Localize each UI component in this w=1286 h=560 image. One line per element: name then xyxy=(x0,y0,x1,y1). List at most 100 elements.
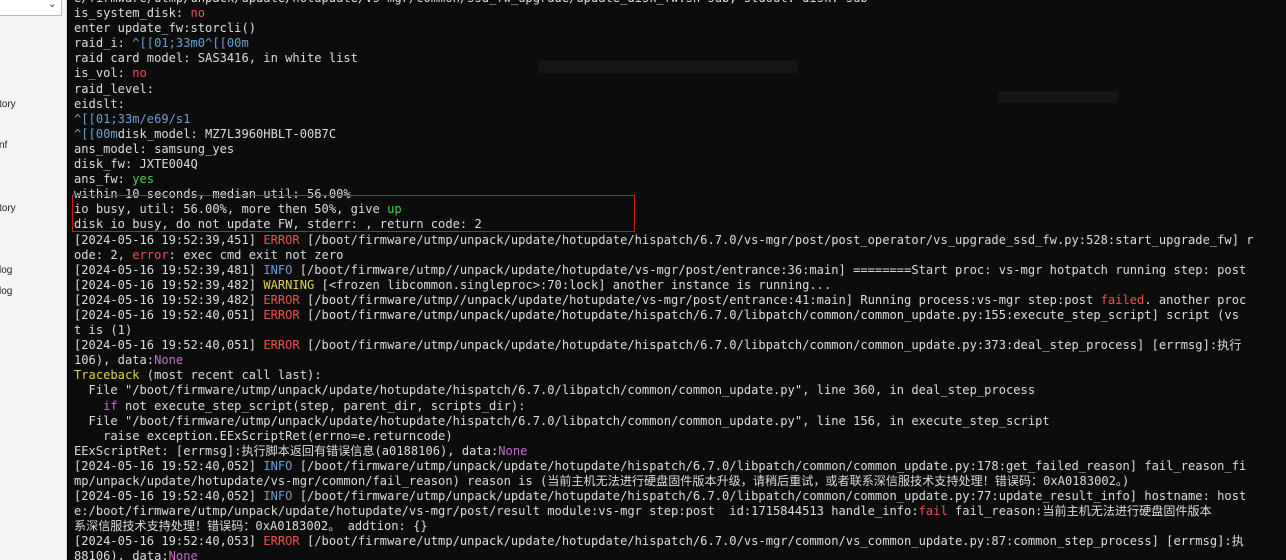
terminal-text-segment: File "/boot/firmware/utmp/unpack/update/… xyxy=(74,383,1036,398)
terminal-text-segment: ^[[01;33m/e69/s1 xyxy=(74,111,191,126)
terminal-text-segment: t is (1) xyxy=(74,323,133,338)
terminal-text-segment: no xyxy=(132,66,147,81)
terminal-text-segment: [/boot/firmware/utmp/unpack/update/hotup… xyxy=(299,534,1244,549)
terminal-text-segment: 系深信服技术支持处理！错误码：0xA0183002。 addtion: {} xyxy=(74,519,428,534)
terminal-line: is_vol: no xyxy=(74,66,1254,81)
terminal-text-segment: INFO xyxy=(263,262,293,277)
terminal-line: mp/unpack/update/hotupdate/vs-mgr/common… xyxy=(74,474,1254,489)
terminal-text-segment: ERROR xyxy=(263,292,300,307)
terminal-text-segment: e/firmware/utmp/unpack/update/hotupdate/… xyxy=(74,0,868,5)
terminal-text-segment: io busy, util: 56.00%, more then 50%, gi… xyxy=(74,202,388,217)
terminal-line: 106), data:None xyxy=(74,353,1254,368)
terminal-text-segment: WARNING xyxy=(263,277,315,292)
terminal-line: 系深信服技术支持处理！错误码：0xA0183002。 addtion: {} xyxy=(74,519,1254,534)
terminal-line: [2024-05-16 19:52:39,481] INFO [/boot/fi… xyxy=(74,263,1254,278)
terminal-text-segment: raid_level: xyxy=(74,81,155,96)
terminal-text-segment: up xyxy=(387,202,402,217)
terminal-text-segment: [/boot/firmware/utmp/unpack/update/hotup… xyxy=(292,489,1247,504)
terminal-text-segment: : exec cmd exit not zero xyxy=(168,247,344,262)
terminal-text-segment: fail_reason:当前主机无法进行硬盘固件版本 xyxy=(947,504,1212,519)
terminal-text-segment: raid_i: xyxy=(74,36,133,51)
terminal-text-segment: ERROR xyxy=(263,307,300,322)
sidebar-item[interactable]: tory xyxy=(0,203,16,214)
terminal-text-segment: is_system_disk: xyxy=(74,6,191,21)
terminal-text-segment: ^[[00m xyxy=(74,126,118,141)
terminal-line: [2024-05-16 19:52:40,053] ERROR [/boot/f… xyxy=(74,534,1254,549)
terminal-text-segment: no xyxy=(190,6,206,21)
terminal-text-segment: raid card model: SAS3416, in white list xyxy=(74,51,358,66)
terminal-text-segment: INFO xyxy=(263,489,293,504)
terminal-text-segment: [/boot/firmware/utmp//unpack/update/hotu… xyxy=(292,262,1247,277)
file-explorer-sidebar: ⌄ tory nf tory log log xyxy=(0,0,67,560)
terminal-line: 88106), data:None xyxy=(74,549,1254,560)
terminal-text-segment: [2024-05-16 19:52:40,051] xyxy=(74,338,264,353)
terminal-line: eidslt: xyxy=(74,97,1254,112)
terminal-text-segment: [/boot/firmware/utmp/unpack/update/hotup… xyxy=(299,338,1242,353)
terminal-text-segment: e:/boot/firmware/utmp/unpack/update/hotu… xyxy=(74,504,919,519)
terminal-line: raid_i: ^[[01;33m0^[[00m xyxy=(74,36,1254,51)
terminal-line: raise exception.EExScriptRet(errno=e.ret… xyxy=(74,429,1254,444)
terminal-text-segment: eidslt: xyxy=(74,96,125,111)
terminal-text-segment: None xyxy=(154,353,184,368)
terminal-text-segment: [/boot/firmware/utmp//unpack/update/hotu… xyxy=(299,292,1101,307)
terminal-text-segment: raise exception.EExScriptRet(errno=e.ret… xyxy=(74,428,453,443)
terminal-text-segment: 88106), data: xyxy=(74,549,169,560)
terminal-line: enter update_fw:storcli() xyxy=(74,21,1254,36)
terminal-line: raid_level: xyxy=(74,82,1254,97)
terminal-line: [2024-05-16 19:52:40,051] ERROR [/boot/f… xyxy=(74,308,1254,323)
terminal-line: ans_fw: yes xyxy=(74,172,1254,187)
terminal-line: EExScriptRet: [errmsg]:执行脚本返回有错误信息(a0188… xyxy=(74,444,1254,459)
sidebar-dropdown[interactable]: ⌄ xyxy=(0,0,62,16)
terminal-line: disk io busy, do not update FW, stderr: … xyxy=(74,217,1254,232)
terminal-text-segment: ode: 2, xyxy=(74,247,133,262)
terminal-text-segment: error xyxy=(132,247,169,262)
terminal-text-segment: ^[[01;33m0^[[00m xyxy=(132,36,249,51)
chevron-down-icon: ⌄ xyxy=(47,0,57,10)
terminal-text-segment: None xyxy=(168,549,198,560)
terminal-line: Traceback (most recent call last): xyxy=(74,368,1254,383)
terminal-text-segment: mp/unpack/update/hotupdate/vs-mgr/common… xyxy=(74,474,1130,488)
terminal-output[interactable]: e/firmware/utmp/unpack/update/hotupdate/… xyxy=(68,0,1286,560)
sidebar-item[interactable]: nf xyxy=(0,140,7,151)
terminal-text-segment: disk_fw: JXTE004Q xyxy=(74,157,198,172)
terminal-text-segment: [/boot/firmware/utmp/unpack/update/hotup… xyxy=(299,232,1254,247)
terminal-text-segment: [<frozen libcommon.singleproc>:70:lock] … xyxy=(314,277,832,292)
terminal-text-segment: [2024-05-16 19:52:40,052] xyxy=(74,458,264,473)
terminal-text-segment: ans_model: samsung_yes xyxy=(74,141,235,156)
terminal-text-segment: EExScriptRet: [errmsg]:执行脚本返回有错误信息(a0188… xyxy=(74,443,499,458)
terminal-text-segment: . another proc xyxy=(1144,292,1247,307)
terminal-text-segment: disk_model: MZ7L3960HBLT-00B7C xyxy=(117,126,337,141)
terminal-text-segment: not execute_step_script(step, parent_dir… xyxy=(117,398,526,413)
terminal-line: File "/boot/firmware/utmp/unpack/update/… xyxy=(74,383,1254,398)
terminal-lines: e/firmware/utmp/unpack/update/hotupdate/… xyxy=(74,0,1254,560)
terminal-text-segment: [2024-05-16 19:52:39,451] xyxy=(74,232,264,247)
terminal-text-segment: ERROR xyxy=(263,534,300,549)
terminal-line: e:/boot/firmware/utmp/unpack/update/hotu… xyxy=(74,504,1254,519)
terminal-text-segment: ERROR xyxy=(263,338,300,353)
terminal-text-segment: disk io busy, do not update FW, stderr: … xyxy=(74,217,482,232)
sidebar-item[interactable]: log xyxy=(0,265,12,276)
terminal-text-segment: enter update_fw:storcli() xyxy=(74,21,257,36)
terminal-text-segment: [/boot/firmware/utmp/unpack/update/hotup… xyxy=(299,307,1239,322)
terminal-line: if not execute_step_script(step, parent_… xyxy=(74,399,1254,414)
terminal-line: ^[[00mdisk_model: MZ7L3960HBLT-00B7C xyxy=(74,127,1254,142)
terminal-text-segment: (most recent call last): xyxy=(139,368,322,383)
terminal-line: [2024-05-16 19:52:39,451] ERROR [/boot/f… xyxy=(74,233,1254,248)
terminal-line: [2024-05-16 19:52:40,052] INFO [/boot/fi… xyxy=(74,489,1254,504)
terminal-line: t is (1) xyxy=(74,323,1254,338)
terminal-line: is_system_disk: no xyxy=(74,6,1254,21)
terminal-text-segment: File "/boot/firmware/utmp/unpack/update/… xyxy=(74,413,1050,428)
terminal-text-segment: [2024-05-16 19:52:39,482] xyxy=(74,292,264,307)
terminal-text-segment: is_vol: xyxy=(74,66,133,81)
terminal-text-segment: [2024-05-16 19:52:40,053] xyxy=(74,534,264,549)
terminal-line: [2024-05-16 19:52:40,051] ERROR [/boot/f… xyxy=(74,338,1254,353)
sidebar-item[interactable]: tory xyxy=(0,99,16,110)
terminal-text-segment: [2024-05-16 19:52:39,481] xyxy=(74,262,264,277)
terminal-text-segment: failed xyxy=(1100,292,1145,307)
terminal-text-segment: Traceback xyxy=(74,368,140,383)
terminal-line: [2024-05-16 19:52:39,482] ERROR [/boot/f… xyxy=(74,293,1254,308)
terminal-text-segment: None xyxy=(498,443,528,458)
sidebar-item[interactable]: log xyxy=(0,286,12,297)
terminal-text-segment: INFO xyxy=(263,458,293,473)
